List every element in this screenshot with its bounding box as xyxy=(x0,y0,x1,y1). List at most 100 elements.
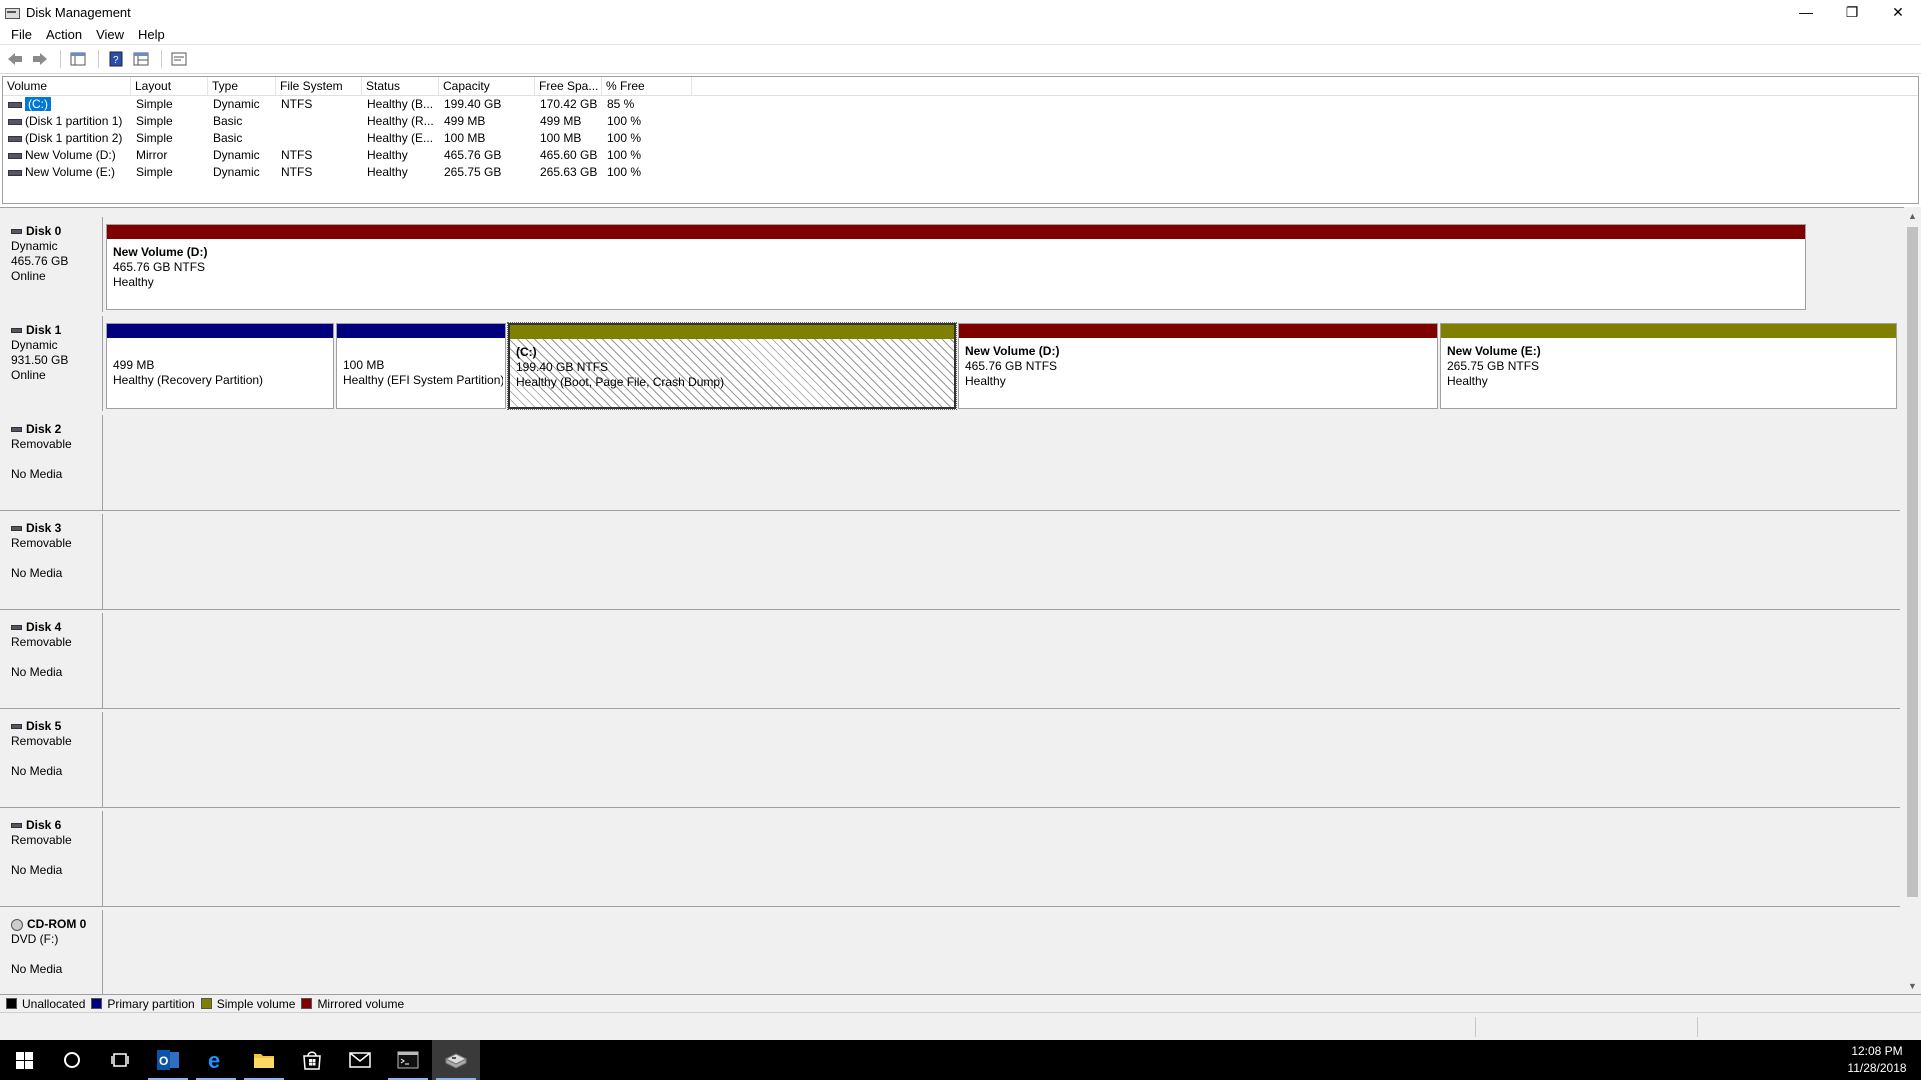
menu-bar: File Action View Help xyxy=(0,24,1921,44)
scroll-down-arrow-icon[interactable]: ▼ xyxy=(1904,977,1921,994)
partition-title: (C:) xyxy=(516,345,537,359)
disk-icon xyxy=(11,229,22,234)
column-header-free-space[interactable]: Free Spa... xyxy=(535,77,602,95)
disk-type: Removable xyxy=(11,437,72,451)
volume-name: (Disk 1 partition 1) xyxy=(25,114,123,128)
show-hide-console-tree-icon[interactable] xyxy=(67,48,89,70)
volume-row-disk1-partition2[interactable]: (Disk 1 partition 2) Simple Basic Health… xyxy=(3,130,1918,147)
volume-free-space: 100 MB xyxy=(540,131,582,145)
disk-row-5: Disk 5 Removable No Media xyxy=(0,710,1900,808)
forward-arrow-icon[interactable] xyxy=(29,48,51,70)
column-header-percent-free[interactable]: % Free xyxy=(602,77,692,95)
menu-view[interactable]: View xyxy=(89,27,131,42)
svg-text:O: O xyxy=(159,1054,168,1068)
taskbar: O e 12:08 PM 11/28/2018 xyxy=(0,1040,1921,1080)
partition-disk1-efi[interactable]: 100 MB Healthy (EFI System Partition) xyxy=(336,323,506,409)
disk-state: Online xyxy=(11,368,46,382)
volume-type: Dynamic xyxy=(213,148,260,162)
volume-percent-free: 85 % xyxy=(607,97,635,111)
legend-swatch xyxy=(301,998,313,1009)
volume-icon xyxy=(8,152,22,159)
disk-state: No Media xyxy=(11,467,63,481)
menu-file[interactable]: File xyxy=(4,27,39,42)
outlook-icon[interactable]: O xyxy=(144,1040,192,1080)
partition-disk1-recovery[interactable]: 499 MB Healthy (Recovery Partition) xyxy=(106,323,334,409)
clock-date: 11/28/2018 xyxy=(1847,1061,1907,1075)
disk-type: Removable xyxy=(11,734,72,748)
back-arrow-icon[interactable] xyxy=(4,48,26,70)
task-view-icon[interactable] xyxy=(96,1040,144,1080)
windows-start-icon[interactable] xyxy=(0,1040,48,1080)
column-header-file-system[interactable]: File System xyxy=(276,77,362,95)
command-prompt-icon[interactable] xyxy=(384,1040,432,1080)
scrollbar-thumb[interactable] xyxy=(1907,227,1918,897)
status-bar-divider xyxy=(1475,1017,1476,1037)
close-button[interactable]: ✕ xyxy=(1875,0,1921,24)
column-header-capacity[interactable]: Capacity xyxy=(439,77,535,95)
file-explorer-icon[interactable] xyxy=(240,1040,288,1080)
disk-name: Disk 6 xyxy=(26,818,62,832)
mail-icon[interactable] xyxy=(336,1040,384,1080)
volume-icon xyxy=(8,118,22,125)
vertical-scrollbar[interactable]: ▲ ▼ xyxy=(1904,207,1921,994)
system-clock[interactable]: 12:08 PM 11/28/2018 xyxy=(1837,1043,1917,1077)
volume-percent-free: 100 % xyxy=(607,114,642,128)
disk-state: No Media xyxy=(11,665,63,679)
mirrored-volume-bar xyxy=(107,225,1805,239)
column-header-volume[interactable]: Volume xyxy=(3,77,131,95)
properties-icon[interactable] xyxy=(130,48,152,70)
volume-status: Healthy (B... xyxy=(367,97,434,111)
help-icon[interactable]: ? xyxy=(105,48,127,70)
disk-separator xyxy=(0,708,1900,709)
disk-label-4[interactable]: Disk 4 Removable No Media xyxy=(3,613,103,708)
partition-status: Healthy (Recovery Partition) xyxy=(113,373,264,387)
legend-swatch xyxy=(200,998,212,1009)
partition-disk0-new-volume-d[interactable]: New Volume (D:) 465.76 GB NTFS Healthy xyxy=(106,224,1806,310)
volume-free-space: 465.60 GB xyxy=(540,148,598,162)
volume-row-e[interactable]: New Volume (E:) Simple Dynamic NTFS Heal… xyxy=(3,164,1918,181)
disk-row-1: Disk 1 Dynamic 931.50 GB Online 499 MB H… xyxy=(0,314,1900,411)
cortana-search-icon[interactable] xyxy=(48,1040,96,1080)
disk-label-6[interactable]: Disk 6 Removable No Media xyxy=(3,811,103,906)
menu-action[interactable]: Action xyxy=(39,27,89,42)
menu-help[interactable]: Help xyxy=(131,27,172,42)
column-header-type[interactable]: Type xyxy=(208,77,276,95)
minimize-button[interactable]: — xyxy=(1783,0,1829,24)
legend-primary-partition: Primary partition xyxy=(91,996,195,1011)
partition-disk1-new-volume-e[interactable]: New Volume (E:) 265.75 GB NTFS Healthy xyxy=(1440,323,1897,409)
volume-icon xyxy=(8,101,22,108)
legend-swatch xyxy=(6,998,17,1009)
disk-label-cdrom-0[interactable]: CD-ROM 0 DVD (F:) No Media xyxy=(3,910,103,1005)
legend-label: Primary partition xyxy=(107,996,195,1011)
volume-file-system: NTFS xyxy=(281,97,313,111)
toolbar-separator xyxy=(161,50,162,68)
disk-label-3[interactable]: Disk 3 Removable No Media xyxy=(3,514,103,609)
primary-partition-bar xyxy=(107,324,333,338)
partition-size: 465.76 GB NTFS xyxy=(113,260,206,274)
partition-disk1-c[interactable]: (C:) 199.40 GB NTFS Healthy (Boot, Page … xyxy=(507,322,957,410)
disk-label-1[interactable]: Disk 1 Dynamic 931.50 GB Online xyxy=(3,316,103,411)
volume-row-disk1-partition1[interactable]: (Disk 1 partition 1) Simple Basic Health… xyxy=(3,113,1918,130)
volume-type: Basic xyxy=(213,114,243,128)
restore-button[interactable]: ❐ xyxy=(1829,0,1875,24)
volume-row-d[interactable]: New Volume (D:) Mirror Dynamic NTFS Heal… xyxy=(3,147,1918,164)
scroll-up-arrow-icon[interactable]: ▲ xyxy=(1904,207,1921,224)
column-header-status[interactable]: Status xyxy=(362,77,439,95)
disk-management-icon[interactable] xyxy=(432,1040,480,1080)
view-list-icon[interactable] xyxy=(168,48,190,70)
column-header-layout[interactable]: Layout xyxy=(131,77,208,95)
legend-unallocated: Unallocated xyxy=(6,997,85,1011)
disk-row-0: Disk 0 Dynamic 465.76 GB Online New Volu… xyxy=(0,215,1900,312)
volume-list-header: Volume Layout Type File System Status Ca… xyxy=(3,77,1918,96)
volume-name: New Volume (D:) xyxy=(25,148,116,162)
volume-row-c[interactable]: (C:) Simple Dynamic NTFS Healthy (B... 1… xyxy=(3,96,1918,113)
store-icon[interactable] xyxy=(288,1040,336,1080)
disk-label-5[interactable]: Disk 5 Removable No Media xyxy=(3,712,103,807)
disk-label-0[interactable]: Disk 0 Dynamic 465.76 GB Online xyxy=(3,217,103,312)
disk-label-2[interactable]: Disk 2 Removable No Media xyxy=(3,415,103,510)
partition-disk1-new-volume-d[interactable]: New Volume (D:) 465.76 GB NTFS Healthy xyxy=(958,323,1438,409)
disk-separator xyxy=(0,510,1900,511)
volume-type: Dynamic xyxy=(213,97,260,111)
edge-icon[interactable]: e xyxy=(192,1040,240,1080)
volume-percent-free: 100 % xyxy=(607,131,642,145)
